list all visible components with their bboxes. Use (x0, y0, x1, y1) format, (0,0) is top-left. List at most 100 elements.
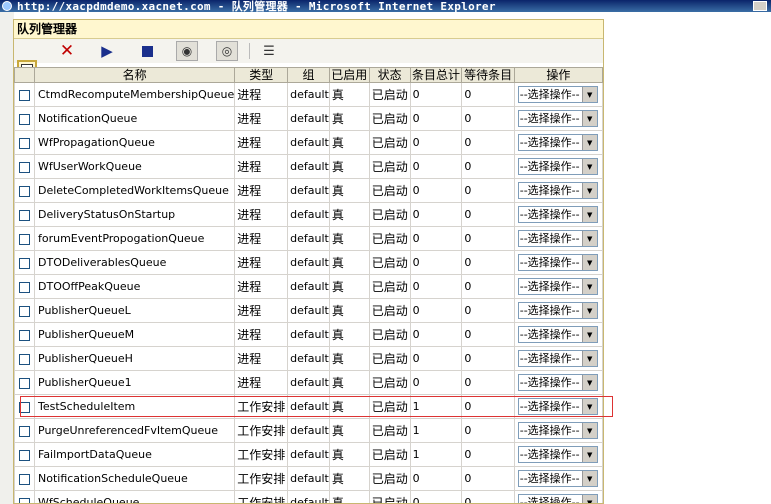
row-checkbox[interactable] (19, 161, 30, 173)
queue-type: 进程 (234, 178, 289, 203)
queue-enabled: 真 (328, 274, 370, 299)
import-button[interactable]: ◎ (216, 41, 238, 61)
export-button[interactable]: ◉ (176, 41, 198, 61)
action-cell: --选择操作-- ▼ (513, 82, 603, 107)
action-select[interactable]: --选择操作-- ▼ (517, 230, 598, 247)
chevron-down-icon[interactable]: ▼ (581, 303, 597, 318)
chevron-down-icon[interactable]: ▼ (581, 471, 597, 486)
queue-group: default (287, 490, 330, 503)
chevron-down-icon[interactable]: ▼ (581, 87, 597, 102)
chevron-down-icon[interactable]: ▼ (581, 351, 597, 366)
row-checkbox[interactable] (19, 425, 30, 437)
chevron-down-icon[interactable]: ▼ (581, 135, 597, 150)
column-header-status[interactable]: 状态 (368, 67, 411, 83)
chevron-down-icon[interactable]: ▼ (581, 399, 597, 414)
chevron-down-icon[interactable]: ▼ (581, 447, 597, 462)
queue-group: default (287, 322, 330, 347)
action-select[interactable]: --选择操作-- ▼ (517, 398, 598, 415)
queue-type: 工作安排 (234, 442, 289, 467)
action-select[interactable]: --选择操作-- ▼ (517, 206, 598, 223)
chevron-down-icon[interactable]: ▼ (581, 255, 597, 270)
column-header-waiting[interactable]: 等待条目 (461, 67, 515, 83)
row-checkbox[interactable] (19, 329, 30, 341)
action-select[interactable]: --选择操作-- ▼ (517, 110, 598, 127)
row-checkbox[interactable] (19, 353, 30, 365)
action-cell: --选择操作-- ▼ (513, 226, 603, 251)
column-header-type[interactable]: 类型 (234, 67, 289, 83)
action-cell: --选择操作-- ▼ (513, 178, 603, 203)
action-select-value: --选择操作-- (519, 496, 580, 504)
queue-name: WfScheduleQueue (33, 490, 236, 503)
chevron-down-icon[interactable]: ▼ (581, 495, 597, 503)
row-checkbox[interactable] (19, 137, 30, 149)
action-select[interactable]: --选择操作-- ▼ (517, 278, 598, 295)
column-header-enabled[interactable]: 已启用 (328, 67, 370, 83)
action-select[interactable]: --选择操作-- ▼ (517, 350, 598, 367)
row-checkbox[interactable] (19, 473, 30, 485)
chevron-down-icon[interactable]: ▼ (581, 279, 597, 294)
queue-waiting: 0 (461, 250, 515, 275)
queue-waiting: 0 (461, 154, 515, 179)
row-checkbox[interactable] (19, 185, 30, 197)
chevron-down-icon[interactable]: ▼ (581, 183, 597, 198)
queue-type: 工作安排 (234, 418, 289, 443)
action-select[interactable]: --选择操作-- ▼ (517, 254, 598, 271)
action-select[interactable]: --选择操作-- ▼ (517, 470, 598, 487)
action-select[interactable]: --选择操作-- ▼ (517, 158, 598, 175)
row-checkbox[interactable] (19, 233, 30, 245)
action-select[interactable]: --选择操作-- ▼ (517, 374, 598, 391)
row-checkbox[interactable] (19, 113, 30, 125)
action-select-value: --选择操作-- (519, 328, 580, 341)
queue-group: default (287, 442, 330, 467)
queue-status: 已启动 (368, 130, 411, 155)
start-button[interactable]: ▶ (96, 41, 118, 61)
row-checkbox[interactable] (19, 257, 30, 269)
action-select[interactable]: --选择操作-- ▼ (517, 494, 598, 504)
queue-type: 工作安排 (234, 466, 289, 491)
queue-enabled: 真 (328, 466, 370, 491)
chevron-down-icon[interactable]: ▼ (581, 111, 597, 126)
row-checkbox[interactable] (19, 281, 30, 293)
window-control-button[interactable] (753, 1, 767, 11)
queue-enabled: 真 (328, 106, 370, 131)
queue-group: default (287, 178, 330, 203)
row-checkbox[interactable] (19, 89, 30, 101)
chevron-down-icon[interactable]: ▼ (581, 159, 597, 174)
table-row: WfScheduleQueue 工作安排 default 真已启动 0 0 --选择操作--… (14, 490, 603, 504)
column-header-total[interactable]: 条目总计 (409, 67, 463, 83)
column-header-name[interactable]: 名称 (33, 67, 236, 83)
row-checkbox[interactable] (19, 305, 30, 317)
queue-group: default (287, 226, 330, 251)
action-select[interactable]: --选择操作-- ▼ (517, 86, 598, 103)
delete-button[interactable]: ✕ (56, 41, 78, 61)
refresh-button[interactable]: ☰ (258, 41, 280, 61)
queue-group: default (287, 130, 330, 155)
chevron-down-icon[interactable]: ▼ (581, 231, 597, 246)
chevron-down-icon[interactable]: ▼ (581, 375, 597, 390)
row-checkbox[interactable] (19, 449, 30, 461)
row-checkbox[interactable] (19, 401, 30, 413)
action-select[interactable]: --选择操作-- ▼ (517, 302, 598, 319)
action-select[interactable]: --选择操作-- ▼ (517, 422, 598, 439)
action-select[interactable]: --选择操作-- ▼ (517, 446, 598, 463)
row-checkbox[interactable] (19, 497, 30, 503)
ie-icon (2, 1, 12, 11)
action-select[interactable]: --选择操作-- ▼ (517, 326, 598, 343)
chevron-down-icon[interactable]: ▼ (581, 207, 597, 222)
action-select-value: --选择操作-- (519, 280, 580, 293)
table-body: CtmdRecomputeMembershipQueue 进程 default 真已启… (14, 82, 603, 504)
queue-waiting: 0 (461, 466, 515, 491)
queue-total: 0 (409, 154, 463, 179)
row-checkbox[interactable] (19, 209, 30, 221)
chevron-down-icon[interactable]: ▼ (581, 327, 597, 342)
row-checkbox[interactable] (19, 377, 30, 389)
action-select[interactable]: --选择操作-- ▼ (517, 134, 598, 151)
row-checkbox-cell (14, 130, 35, 155)
queue-enabled: 真 (328, 490, 370, 503)
column-header-group[interactable]: 组 (287, 67, 330, 83)
action-select[interactable]: --选择操作-- ▼ (517, 182, 598, 199)
queue-group: default (287, 394, 330, 419)
chevron-down-icon[interactable]: ▼ (581, 423, 597, 438)
action-cell: --选择操作-- ▼ (513, 346, 603, 371)
stop-button[interactable] (136, 41, 158, 61)
